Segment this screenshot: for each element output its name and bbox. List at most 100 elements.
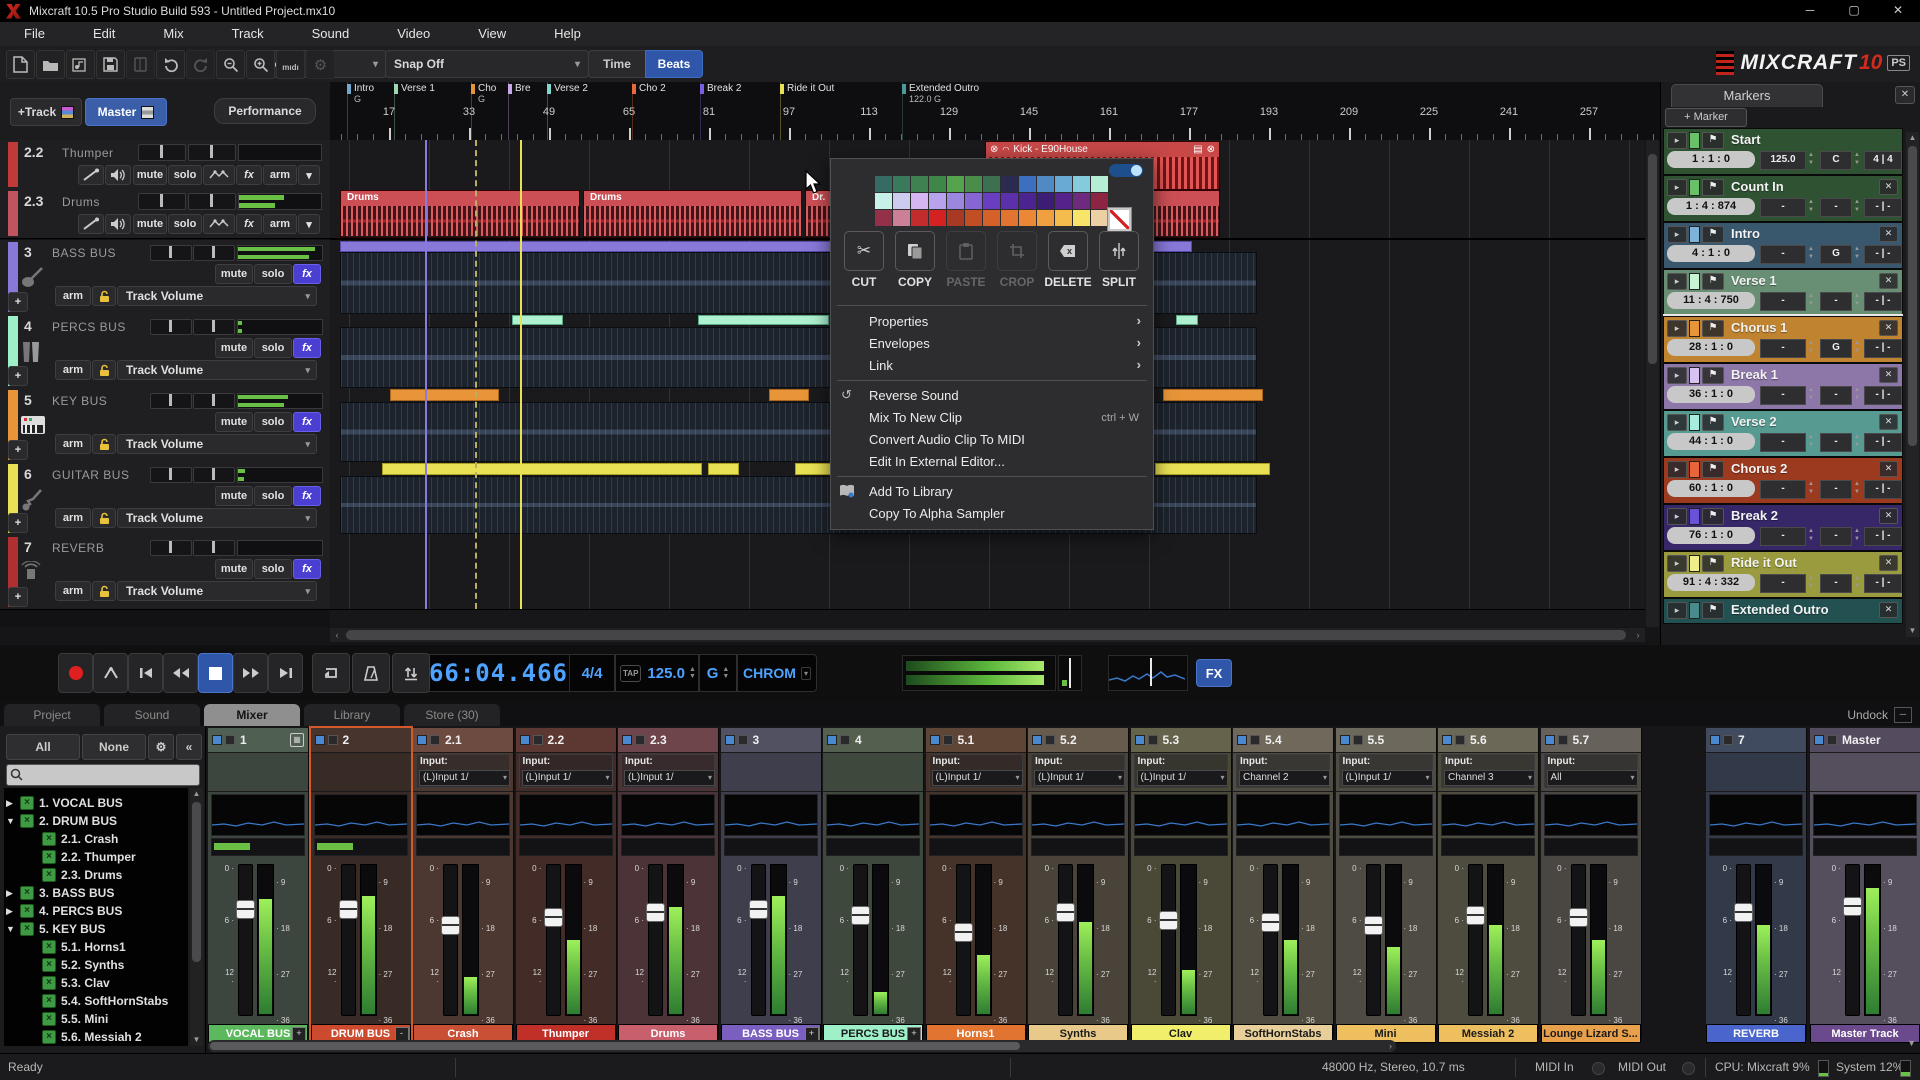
palette-swatch[interactable] [893,210,910,226]
palette-swatch[interactable] [875,176,892,192]
midi-editor-button[interactable]: mıdı [276,50,305,79]
strip-input-dropdown[interactable]: (L)Input 1/▾ [1034,770,1125,786]
strip-eq-display[interactable] [211,794,305,836]
strip-input-dropdown[interactable]: Channel 2▾ [1239,770,1330,786]
strip-eq-display[interactable] [929,794,1023,836]
marker-expand-icon[interactable]: ▸ [1667,226,1687,243]
strip-select-icon[interactable] [1340,735,1350,745]
undock-icon[interactable]: ─ [1894,707,1912,723]
marker-tempo[interactable]: - [1760,386,1806,405]
palette-swatch[interactable] [947,193,964,209]
track-pan-slider[interactable] [150,245,192,261]
add-track-button[interactable]: +Track [10,98,82,126]
clip-keys-region[interactable] [1163,389,1263,401]
marker-key[interactable]: - [1820,480,1852,499]
clip-guitar-region[interactable] [708,463,739,475]
redo-button[interactable] [186,50,215,79]
ruler-marker-verse-2[interactable]: Verse 2 [547,83,588,94]
marker-expand-icon[interactable]: ▸ [1667,555,1687,572]
strip-input-dropdown[interactable]: (L)Input 1/▾ [932,770,1023,786]
clip-keys-region[interactable] [769,389,809,401]
marker-tempo-stepper[interactable]: ▲▼ [1806,339,1816,356]
menu-file[interactable]: File [0,22,69,46]
marker-delete-icon[interactable]: ✕ [1879,555,1898,571]
fader-handle[interactable] [954,923,973,942]
palette-swatch[interactable] [1091,193,1108,209]
scroll-down-icon[interactable]: ▼ [1906,625,1919,637]
marker-key-stepper[interactable]: ▲▼ [1852,339,1862,356]
palette-swatch[interactable] [1037,210,1054,226]
palette-swatch[interactable] [911,193,928,209]
track-fx-button[interactable]: fx [236,214,262,234]
fader-track[interactable] [1845,864,1860,1016]
menu-item-convert-audio-clip-to-midi[interactable]: Convert Audio Clip To MIDI [831,429,1153,451]
track-mute-button[interactable]: mute [215,338,253,358]
marker-row-verse-1[interactable]: ▸⚑Verse 1✕11 : 4 : 750-▲▼-▲▼- | - [1663,269,1903,316]
scroll-up-icon[interactable]: ▲ [1906,132,1919,144]
marker-flag-icon[interactable]: ⚑ [1702,461,1724,478]
fader-handle[interactable] [1569,908,1588,927]
marker-color-chip[interactable] [1689,602,1700,619]
channel-strip-4[interactable]: 40 ·6 ·12 ·· 9· 18· 27· 36PERCS BUS+ [823,728,924,1038]
strip-select-icon2[interactable] [1353,735,1363,745]
track-add-lane-button[interactable]: + [8,366,28,386]
open-project-button[interactable] [36,50,65,79]
marker-flag-icon[interactable]: ⚑ [1702,273,1724,290]
palette-swatch[interactable] [1055,210,1072,226]
strip-select-icon2[interactable] [1723,735,1733,745]
channel-strip-5.2[interactable]: 5.2Input:(L)Input 1/▾0 ·6 ·12 ·· 9· 18· … [1028,728,1129,1038]
strip-select-icon[interactable] [827,735,837,745]
palette-swatch[interactable] [947,210,964,226]
ruler-marker-cho-2[interactable]: Cho 2 [632,83,666,94]
marker-timesig[interactable]: - | - [1864,480,1902,499]
marker-color-chip[interactable] [1689,273,1700,290]
channel-strip-master[interactable]: Master0 ·6 ·12 ·· 9· 18· 27· 36Master Tr… [1810,728,1920,1038]
marker-color-chip[interactable] [1689,461,1700,478]
marker-key-stepper[interactable]: ▲▼ [1852,292,1862,309]
scroll-right-icon[interactable]: › [1633,630,1643,640]
marker-delete-icon[interactable]: ✕ [1879,367,1898,383]
track-fx-button[interactable]: fx [236,165,262,185]
marker-timesig[interactable]: - | - [1864,386,1902,405]
marker-color-chip[interactable] [1689,555,1700,572]
channel-strip-2.3[interactable]: 2.3Input:(L)Input 1/▾0 ·6 ·12 ·· 9· 18· … [618,728,719,1038]
fader-handle[interactable] [544,908,563,927]
fader-track[interactable] [1058,864,1073,1016]
menu-item-copy-to-alpha-sampler[interactable]: Copy To Alpha Sampler [831,503,1153,525]
track-envelope-button[interactable] [203,165,235,185]
master-track-button[interactable]: Master [85,98,167,126]
ruler-marker-verse-1[interactable]: Verse 1 [394,83,435,94]
track-mute-button[interactable]: mute [133,165,167,185]
palette-swatch[interactable] [1001,193,1018,209]
strip-select-icon2[interactable] [840,735,850,745]
clip-lane-7[interactable] [330,535,1645,610]
clip-guitar-region[interactable] [1155,463,1270,475]
track-lock-button[interactable] [92,286,116,306]
track-arm-button[interactable]: arm [55,434,91,454]
marker-tempo[interactable]: 125.0 [1760,151,1806,170]
marker-position[interactable]: 4 : 1 : 0 [1667,245,1755,262]
strip-eq-display[interactable] [314,794,408,836]
rewind-button[interactable] [163,653,198,693]
channel-strip-1[interactable]: 1▦0 ·6 ·12 ·· 9· 18· 27· 36VOCAL BUS+ [208,728,309,1038]
marker-flag-icon[interactable]: ⚑ [1702,555,1724,572]
marker-color-chip[interactable] [1689,132,1700,149]
strip-select-icon[interactable] [417,735,427,745]
track-solo-button[interactable]: solo [168,165,202,185]
marker-position[interactable]: 11 : 4 : 750 [1667,292,1755,309]
track-header-2.2[interactable]: 2.2Thumpermutesolofxarm▾ [0,140,330,190]
channel-strip-2.2[interactable]: 2.2Input:(L)Input 1/▾0 ·6 ·12 ·· 9· 18· … [516,728,617,1038]
track-header-4[interactable]: 4PERCS BUSmutesolofxarmTrack Volume▾+ [0,314,330,389]
track-volume-slider[interactable] [193,467,235,483]
menu-action-delete[interactable]: xDELETE [1043,231,1093,289]
marker-tempo-stepper[interactable]: ▲▼ [1806,245,1816,262]
track-mute-button[interactable]: mute [215,264,253,284]
palette-swatch[interactable] [1055,193,1072,209]
track-mute-button[interactable]: mute [133,214,167,234]
marker-tempo-stepper[interactable]: ▲▼ [1806,151,1816,168]
strip-expand-icon[interactable]: - [395,1027,409,1041]
track-mute-button[interactable]: mute [215,486,253,506]
marker-key[interactable]: - [1820,386,1852,405]
strip-select-icon[interactable] [930,735,940,745]
strip-select-icon[interactable] [1237,735,1247,745]
